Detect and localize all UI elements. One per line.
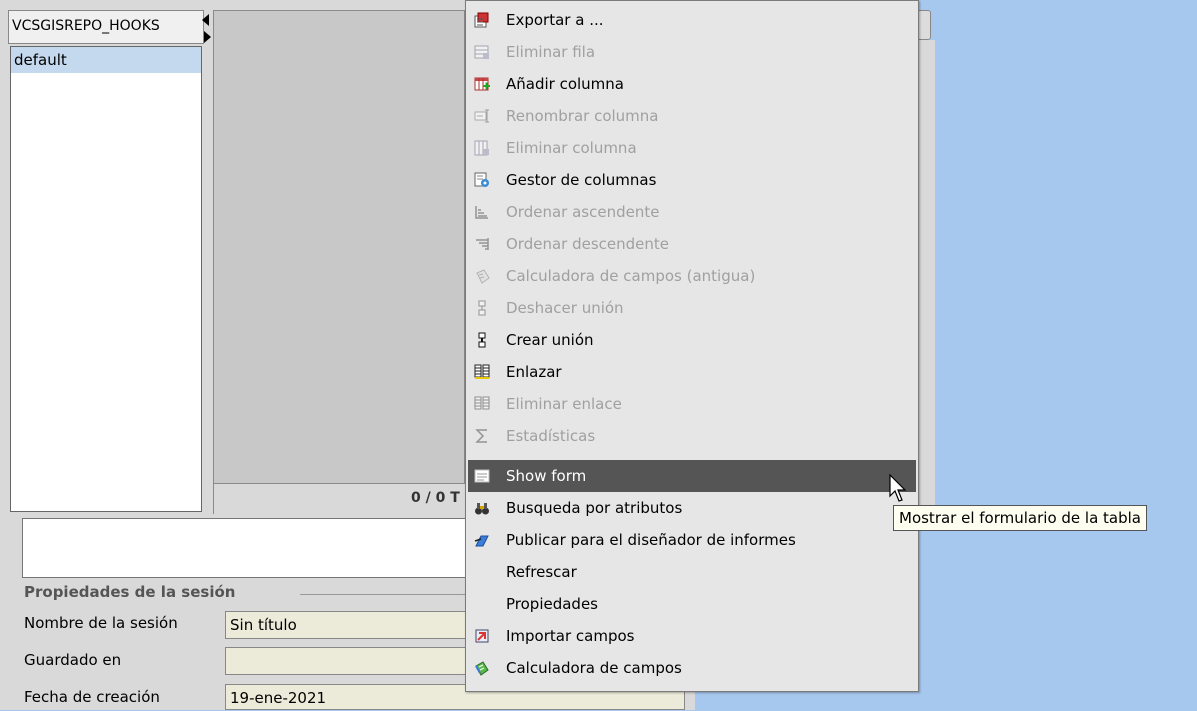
menu-item-column-manager[interactable]: Gestor de columnas [468, 164, 916, 196]
table-list: default [10, 46, 202, 512]
table-tab-label: VCSGISREPO_HOOKS [12, 18, 160, 34]
table-tab[interactable]: VCSGISREPO_HOOKS [8, 10, 211, 44]
form-icon [474, 469, 490, 483]
delete-column-icon [474, 140, 489, 156]
menu-item-attribute-search[interactable]: Busqueda por atributos [468, 492, 916, 524]
menu-item-field-calculator-old[interactable]: Calculadora de campos (antigua) [468, 260, 916, 292]
menu-item-link[interactable]: Enlazar [468, 356, 916, 388]
mouse-cursor-icon [889, 474, 907, 502]
scrollbar-thumb[interactable] [917, 10, 931, 40]
menu-item-import-fields[interactable]: Importar campos [468, 620, 916, 652]
menu-item-delete-row[interactable]: Eliminar fila [468, 36, 916, 68]
tab-scroll-left-icon[interactable] [202, 14, 209, 26]
binoculars-icon [475, 503, 489, 515]
group-divider [300, 594, 470, 595]
menu-item-delete-column[interactable]: Eliminar columna [468, 132, 916, 164]
tab-scroll-right-icon[interactable] [204, 31, 211, 43]
description-box[interactable] [22, 518, 472, 578]
unlink-icon [474, 396, 490, 410]
create-join-icon [478, 332, 486, 348]
menu-item-show-form[interactable]: Show form [468, 460, 916, 492]
table-grid[interactable] [213, 10, 465, 484]
rename-column-icon [474, 109, 489, 123]
row-count-text: 0 / 0 T [411, 490, 460, 506]
sort-descending-icon [476, 238, 489, 250]
tooltip: Mostrar el formulario de la tabla [893, 505, 1147, 531]
menu-item-create-join[interactable]: Crear unión [468, 324, 916, 356]
menu-item-refresh[interactable]: Refrescar [468, 556, 916, 588]
field-calculator-icon [475, 661, 489, 676]
import-fields-icon [475, 629, 489, 643]
creation-date-label: Fecha de creación [24, 688, 160, 706]
panel-edge [917, 40, 935, 515]
menu-item-publish-report[interactable]: Publicar para el diseñador de informes [468, 524, 916, 556]
menu-item-sort-ascending[interactable]: Ordenar ascendente [468, 196, 916, 228]
sort-ascending-icon [475, 206, 488, 219]
menu-item-properties[interactable]: Propiedades [468, 588, 916, 620]
field-calculator-old-icon [476, 269, 490, 284]
menu-item-statistics[interactable]: Estadísticas [468, 420, 916, 452]
menu-item-unlink[interactable]: Eliminar enlace [468, 388, 916, 420]
export-icon [474, 12, 489, 28]
menu-item-add-column[interactable]: Añadir columna [468, 68, 916, 100]
session-name-label: Nombre de la sesión [24, 614, 178, 632]
undo-join-icon [478, 300, 486, 316]
session-group-title: Propiedades de la sesión [24, 583, 236, 601]
delete-row-icon [474, 45, 489, 59]
saved-in-label: Guardado en [24, 651, 122, 669]
publish-icon [474, 535, 489, 547]
context-menu: Exportar a ... Eliminar fila Añadir colu… [465, 0, 919, 692]
statistics-icon [475, 429, 487, 443]
link-icon [474, 364, 490, 379]
status-bar: 0 / 0 T [213, 484, 466, 514]
menu-item-undo-join[interactable]: Deshacer unión [468, 292, 916, 324]
column-manager-icon [474, 172, 489, 187]
list-item[interactable]: default [11, 47, 201, 73]
add-column-icon [474, 77, 490, 91]
menu-item-rename-column[interactable]: Renombrar columna [468, 100, 916, 132]
menu-item-field-calculator[interactable]: Calculadora de campos [468, 652, 916, 684]
menu-item-export[interactable]: Exportar a ... [468, 4, 916, 36]
menu-item-sort-descending[interactable]: Ordenar descendente [468, 228, 916, 260]
